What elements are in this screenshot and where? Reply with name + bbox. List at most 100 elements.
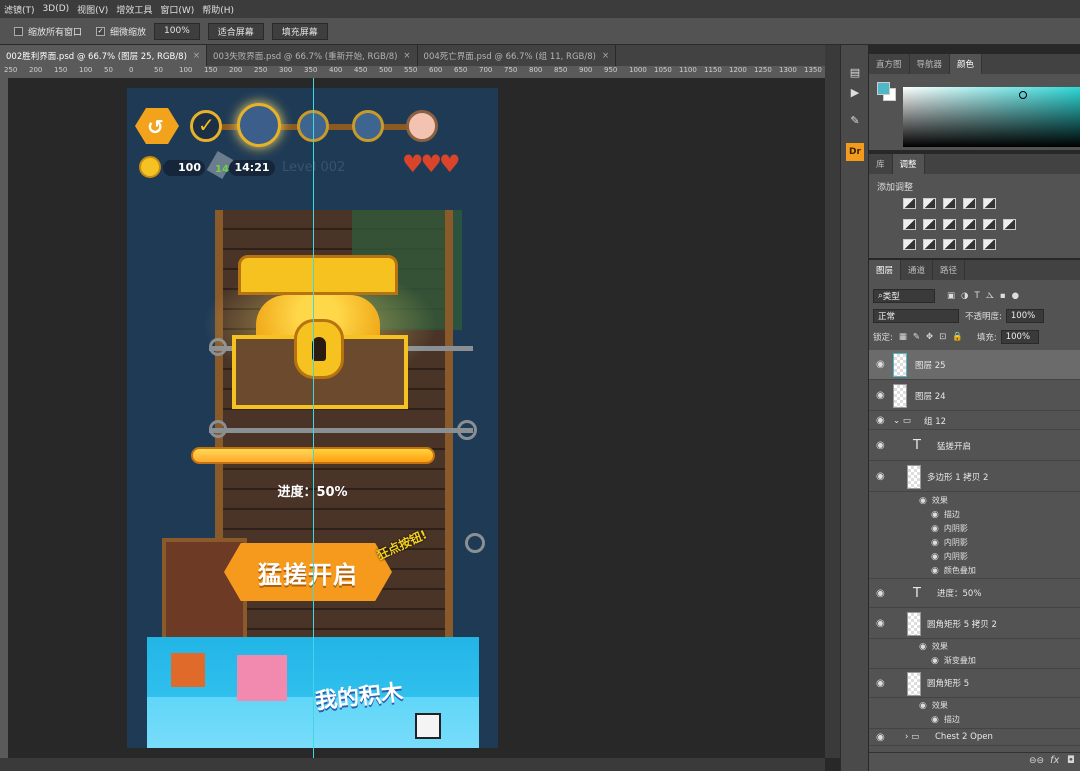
- eye-icon[interactable]: ◉: [919, 496, 927, 506]
- foreground-color-swatch[interactable]: [877, 82, 890, 95]
- guide-line[interactable]: [313, 78, 314, 758]
- posterize-icon[interactable]: [923, 239, 936, 250]
- selective-color-icon[interactable]: [963, 239, 976, 250]
- lock-icons[interactable]: ▦✎✥⊡🔒: [899, 332, 969, 342]
- effect-row[interactable]: ◉ 描边: [931, 714, 960, 725]
- menu-filter[interactable]: 滤镜(T): [0, 3, 39, 16]
- eye-icon[interactable]: ◉: [876, 732, 885, 743]
- channel-mixer-icon[interactable]: [983, 219, 996, 230]
- eye-icon[interactable]: ◉: [931, 552, 939, 562]
- effect-row[interactable]: ◉ 内阴影: [931, 523, 968, 534]
- mask-icon[interactable]: ◘: [1067, 755, 1075, 766]
- levels-icon[interactable]: [923, 198, 936, 209]
- close-icon[interactable]: ×: [403, 51, 410, 61]
- invert-icon[interactable]: [903, 239, 916, 250]
- eye-icon[interactable]: ◉: [876, 678, 885, 689]
- layer-row[interactable]: ◉ T 猛搓开启: [869, 431, 1080, 461]
- color-picker-cursor[interactable]: [1019, 91, 1027, 99]
- checkmark-icon[interactable]: ✓: [96, 26, 106, 36]
- resize-windows-checkbox[interactable]: 缩放所有窗口: [14, 25, 82, 38]
- tab-002[interactable]: 002胜利界面.psd @ 66.7% (图层 25, RGB/8) ×: [0, 45, 208, 66]
- close-icon[interactable]: ×: [602, 51, 609, 61]
- menu-window[interactable]: 窗口(W): [156, 3, 198, 16]
- color-lookup-icon[interactable]: [1003, 219, 1016, 230]
- eye-icon[interactable]: ◉: [876, 440, 885, 451]
- vertical-scrollbar[interactable]: [825, 45, 840, 758]
- eye-icon[interactable]: ◉: [876, 359, 885, 370]
- fill-screen-button[interactable]: 填充屏幕: [271, 22, 328, 40]
- effects-row[interactable]: ◉ 效果: [919, 700, 948, 711]
- curves-icon[interactable]: [943, 198, 956, 209]
- tab-channels[interactable]: 通道: [901, 260, 934, 280]
- menu-3d[interactable]: 3D(D): [39, 4, 74, 14]
- opacity-field[interactable]: 100%: [1005, 309, 1044, 323]
- vibrance-icon[interactable]: [983, 198, 996, 209]
- layer-row[interactable]: ◉ T 进度：50%: [869, 578, 1080, 608]
- layer-row[interactable]: ◉ 圆角矩形 5 拷贝 2: [869, 609, 1080, 639]
- tab-histogram[interactable]: 直方图: [869, 54, 910, 74]
- fx-button[interactable]: fx: [1050, 755, 1059, 766]
- zoom-value-field[interactable]: 100%: [154, 22, 200, 40]
- photo-filter-icon[interactable]: [963, 219, 976, 230]
- effect-row[interactable]: ◉ 内阴影: [931, 551, 968, 562]
- start-button[interactable]: 猛搓开启: [224, 543, 392, 601]
- vertical-ruler[interactable]: [0, 78, 8, 758]
- effect-row[interactable]: ◉ 内阴影: [931, 537, 968, 548]
- eye-icon[interactable]: ◉: [919, 642, 927, 652]
- eye-icon[interactable]: ◉: [931, 538, 939, 548]
- group-row[interactable]: ◉ ⌄ ▭ 组 12: [869, 412, 1080, 430]
- horizontal-ruler[interactable]: 250 200 150 100 50 0 50 100 150 200 250 300 350 400 45…: [0, 66, 825, 78]
- tab-paths[interactable]: 路径: [933, 260, 966, 280]
- exposure-icon[interactable]: [963, 198, 976, 209]
- tab-004[interactable]: 004死亡界面.psd @ 66.7% (组 11, RGB/8) ×: [418, 45, 617, 66]
- layer-row[interactable]: ◉ 图层 25: [869, 350, 1080, 380]
- eye-icon[interactable]: ◉: [931, 656, 939, 666]
- link-icon[interactable]: ⊖⊖: [1029, 756, 1044, 766]
- layer-row[interactable]: ◉ 多边形 1 拷贝 2: [869, 462, 1080, 492]
- threshold-icon[interactable]: [943, 239, 956, 250]
- close-icon[interactable]: ×: [193, 51, 200, 61]
- gradient-map-icon[interactable]: [983, 239, 996, 250]
- eye-icon[interactable]: ◉: [876, 588, 885, 599]
- tab-003[interactable]: 003失败界面.psd @ 66.7% (重新开始, RGB/8) ×: [207, 45, 418, 66]
- tab-adjustments[interactable]: 调整: [892, 154, 925, 174]
- group-row[interactable]: ◉ › ▭ Chest 2 Open: [869, 728, 1080, 746]
- eye-icon[interactable]: ◉: [876, 390, 885, 401]
- brush-settings-icon[interactable]: ✎: [846, 111, 864, 129]
- fill-field[interactable]: 100%: [1000, 330, 1039, 344]
- fit-screen-button[interactable]: 适合屏幕: [207, 22, 264, 40]
- tab-navigator[interactable]: 导航器: [910, 54, 951, 74]
- eye-icon[interactable]: ◉: [919, 701, 927, 711]
- scrubby-zoom-checkbox[interactable]: ✓ 细微缩放: [96, 25, 146, 38]
- color-field[interactable]: [903, 87, 1080, 147]
- effects-row[interactable]: ◉ 效果: [919, 495, 948, 506]
- layer-row[interactable]: ◉ 圆角矩形 5: [869, 668, 1080, 698]
- tab-color[interactable]: 颜色: [950, 54, 983, 74]
- menu-help[interactable]: 帮助(H): [198, 3, 238, 16]
- layer-filter-select[interactable]: ⌕ 类型: [873, 289, 935, 303]
- layer-row[interactable]: ◉ 图层 24: [869, 381, 1080, 411]
- filter-icons[interactable]: ▣◑TⲆ▪●: [947, 291, 1025, 301]
- eye-icon[interactable]: ◉: [931, 524, 939, 534]
- eye-icon[interactable]: ◉: [876, 415, 885, 426]
- effect-row[interactable]: ◉ 颜色叠加: [931, 565, 976, 576]
- brightness-icon[interactable]: [903, 198, 916, 209]
- eye-icon[interactable]: ◉: [931, 510, 939, 520]
- eye-icon[interactable]: ◉: [931, 566, 939, 576]
- tab-layers[interactable]: 图层: [869, 260, 902, 280]
- black-white-icon[interactable]: [943, 219, 956, 230]
- eye-icon[interactable]: ◉: [876, 471, 885, 482]
- chevron-down-icon[interactable]: ⌄ ▭: [893, 416, 911, 426]
- color-balance-icon[interactable]: [923, 219, 936, 230]
- play-icon[interactable]: ▶: [846, 83, 864, 101]
- menu-plugins[interactable]: 增效工具: [112, 3, 156, 16]
- checkbox-box[interactable]: [14, 26, 23, 36]
- effects-row[interactable]: ◉ 效果: [919, 641, 948, 652]
- folder-icon[interactable]: › ▭: [905, 732, 919, 742]
- blend-mode-select[interactable]: 正常: [873, 309, 959, 323]
- effect-row[interactable]: ◉ 渐变叠加: [931, 655, 976, 666]
- history-icon[interactable]: ▤: [846, 63, 864, 81]
- menu-view[interactable]: 视图(V): [73, 3, 112, 16]
- eye-icon[interactable]: ◉: [931, 715, 939, 725]
- effect-row[interactable]: ◉ 描边: [931, 509, 960, 520]
